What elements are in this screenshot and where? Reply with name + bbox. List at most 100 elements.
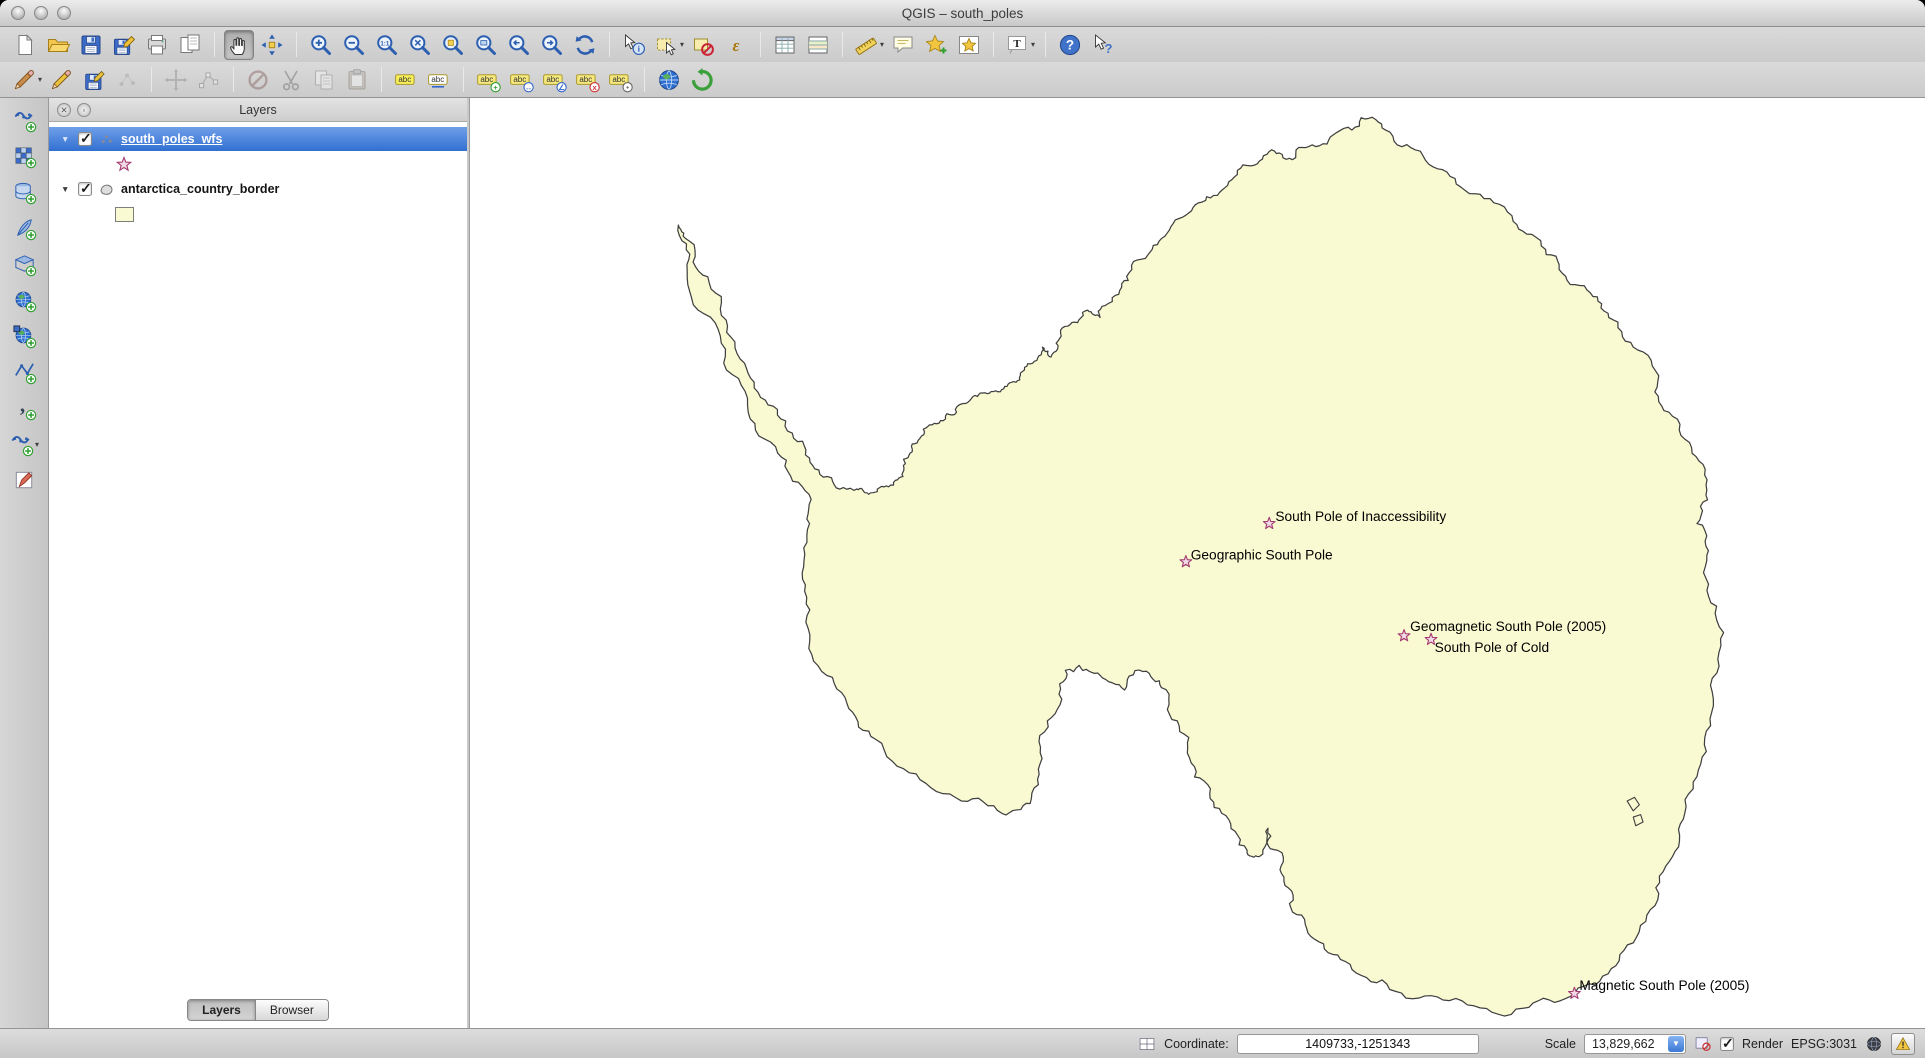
map-tips-button[interactable] — [888, 30, 918, 60]
layer-label[interactable]: south_poles_wfs — [121, 132, 222, 146]
layer-visibility-checkbox[interactable] — [78, 182, 92, 196]
tab-layers[interactable]: Layers — [188, 1000, 256, 1020]
add-vector-layer-button[interactable] — [9, 105, 39, 135]
new-bookmark-button[interactable] — [921, 30, 951, 60]
crs-status-button[interactable] — [1865, 1035, 1883, 1053]
zoom-next-button[interactable] — [537, 30, 567, 60]
zoom-last-button[interactable] — [504, 30, 534, 60]
deselect-all-button[interactable] — [688, 30, 718, 60]
zoom-out-button[interactable] — [339, 30, 369, 60]
layer-row[interactable]: ▼ antarctica_country_border — [49, 177, 467, 201]
log-messages-button[interactable] — [1891, 1033, 1915, 1055]
new-shapefile-layer-button[interactable] — [9, 465, 39, 495]
pan-selection-icon — [259, 32, 285, 58]
add-feature-button[interactable] — [112, 65, 142, 95]
expression-icon: ε — [723, 32, 749, 58]
save-project-button[interactable] — [76, 30, 106, 60]
toggle-editing-button[interactable] — [46, 65, 76, 95]
help-contents-button[interactable]: ? — [1055, 30, 1085, 60]
zoom-window-button[interactable] — [57, 6, 71, 20]
copy-features-button[interactable] — [309, 65, 339, 95]
add-spatialite-layer-button[interactable] — [9, 213, 39, 243]
layer-expander-icon[interactable]: ▼ — [61, 184, 71, 194]
title-bar[interactable]: QGIS – south_poles — [0, 0, 1925, 27]
label-settings-button[interactable]: abc — [424, 65, 454, 95]
toolbar-separator — [760, 32, 761, 57]
select-features-button[interactable]: ▾ — [652, 30, 685, 60]
add-wfs-icon — [12, 360, 37, 385]
pan-map-button[interactable] — [224, 30, 254, 60]
layer-tree: ▼ south_poles_wfs ▼ antarctica_country_bord… — [49, 122, 467, 992]
label-pin-button[interactable]: abc• — [605, 65, 635, 95]
add-delimited-text-layer-button[interactable]: , — [9, 393, 39, 423]
pan-to-selection-button[interactable] — [257, 30, 287, 60]
open-attribute-table-button[interactable] — [770, 30, 800, 60]
pole-label: Geomagnetic South Pole (2005) — [1410, 619, 1606, 634]
open-project-button[interactable] — [43, 30, 73, 60]
toolbar-separator — [993, 32, 994, 57]
bookmark-new-icon — [923, 32, 949, 58]
zoom-in-button[interactable] — [306, 30, 336, 60]
label-rotate-button[interactable]: abc∠ — [539, 65, 569, 95]
panel-close-button[interactable]: ✕ — [57, 103, 71, 117]
new-project-button[interactable] — [10, 30, 40, 60]
new-print-composer-button[interactable] — [142, 30, 172, 60]
layer-visibility-checkbox[interactable] — [78, 132, 92, 146]
fill-symbol-swatch[interactable] — [115, 207, 134, 222]
paste-features-button[interactable] — [342, 65, 372, 95]
add-wcs-layer-button[interactable] — [9, 321, 39, 351]
panel-float-button[interactable]: ▫ — [77, 103, 91, 117]
add-raster-layer-button[interactable] — [9, 141, 39, 171]
zoom-to-layer-button[interactable] — [471, 30, 501, 60]
svg-text:↔: ↔ — [525, 83, 533, 92]
zoom-in-icon — [308, 32, 334, 58]
move-feature-button[interactable] — [161, 65, 191, 95]
add-mssql-layer-button[interactable] — [9, 249, 39, 279]
coordinate-input[interactable] — [1237, 1034, 1479, 1054]
node-tool-button[interactable] — [194, 65, 224, 95]
composer-manager-button[interactable] — [175, 30, 205, 60]
add-wfs-layer-button[interactable] — [9, 357, 39, 387]
layer-row[interactable]: ▼ south_poles_wfs — [49, 127, 467, 151]
add-wms-layer-button[interactable] — [9, 285, 39, 315]
zoom-to-selection-button[interactable] — [438, 30, 468, 60]
delete-selected-button[interactable] — [243, 65, 273, 95]
whats-this-button[interactable]: ? — [1088, 30, 1118, 60]
label-delete-button[interactable]: abcx — [572, 65, 602, 95]
stop-render-button[interactable] — [1694, 1035, 1712, 1053]
label-move-button[interactable]: abc↔ — [506, 65, 536, 95]
cut-features-button[interactable] — [276, 65, 306, 95]
select-by-expression-button[interactable]: ε — [721, 30, 751, 60]
field-calculator-button[interactable] — [803, 30, 833, 60]
star-symbol[interactable] — [115, 155, 133, 173]
scale-combo[interactable]: 13,829,662 ▼ — [1584, 1034, 1686, 1054]
measure-line-button[interactable]: ▾ — [852, 30, 885, 60]
extents-toggle-button[interactable] — [1138, 1035, 1156, 1053]
minimize-window-button[interactable] — [34, 6, 48, 20]
current-edits-button[interactable]: ▾ — [10, 65, 43, 95]
add-db-icon — [12, 180, 37, 205]
layer-label[interactable]: antarctica_country_border — [121, 182, 279, 196]
map-canvas[interactable]: South Pole of InaccessibilityGeographic … — [470, 98, 1925, 1028]
toolbar-separator — [842, 32, 843, 57]
tab-browser[interactable]: Browser — [256, 1000, 328, 1020]
add-postgis-layer-button[interactable] — [9, 177, 39, 207]
composer-manager-icon — [177, 32, 203, 58]
highlight-labels-button[interactable]: abc — [391, 65, 421, 95]
identify-features-button[interactable]: i — [619, 30, 649, 60]
text-annotation-button[interactable]: T▾ — [1003, 30, 1036, 60]
render-checkbox[interactable] — [1720, 1037, 1734, 1051]
refresh-map-button[interactable] — [570, 30, 600, 60]
processing-swirl-button[interactable] — [687, 65, 717, 95]
web-globe-button[interactable] — [654, 65, 684, 95]
label-add-button[interactable]: abc+ — [473, 65, 503, 95]
save-layer-edits-button[interactable] — [79, 65, 109, 95]
zoom-native-button[interactable]: 1:1 — [372, 30, 402, 60]
folder-open-icon — [45, 32, 71, 58]
show-bookmarks-button[interactable] — [954, 30, 984, 60]
close-window-button[interactable] — [11, 6, 25, 20]
layer-expander-icon[interactable]: ▼ — [61, 134, 71, 144]
add-layer-menu-button[interactable]: ▾ — [8, 429, 40, 459]
zoom-full-button[interactable] — [405, 30, 435, 60]
save-project-as-button[interactable] — [109, 30, 139, 60]
